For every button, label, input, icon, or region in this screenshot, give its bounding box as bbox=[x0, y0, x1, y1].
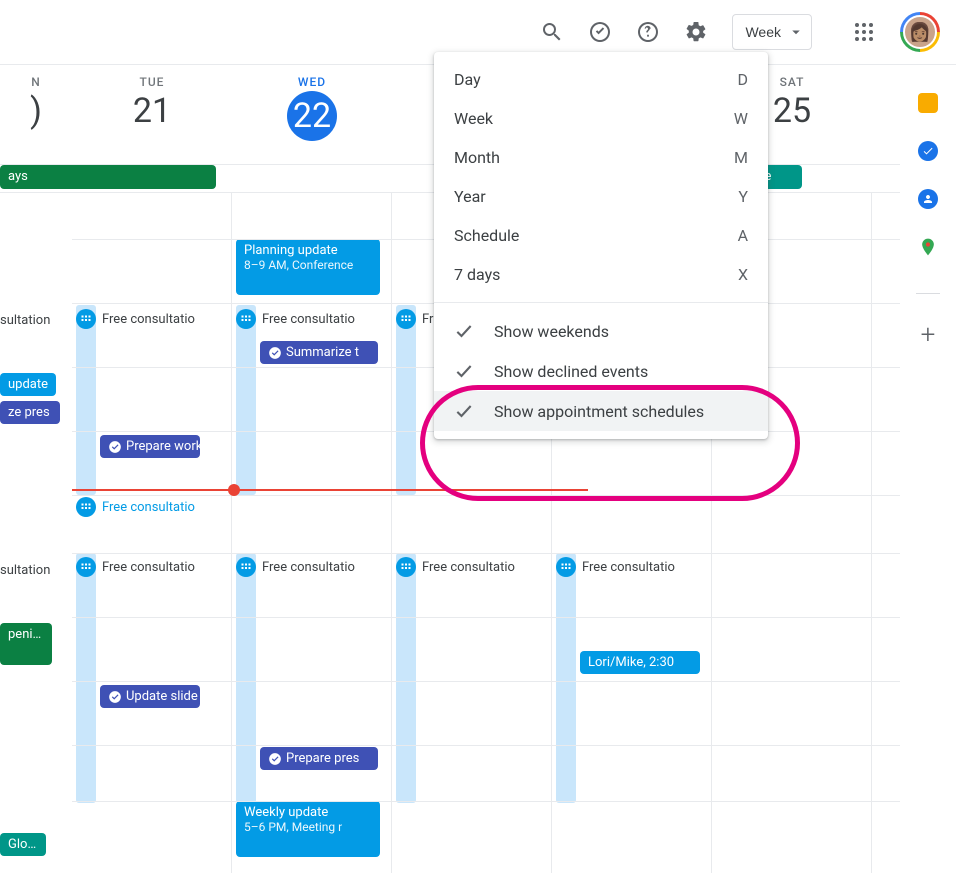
dropdown-item-year[interactable]: YearY bbox=[434, 177, 768, 216]
appointment-icon bbox=[396, 557, 416, 577]
view-select-button[interactable]: Week bbox=[732, 14, 812, 50]
mon-col: sultation update ze pres sultation penin… bbox=[0, 193, 72, 873]
current-time-indicator bbox=[72, 489, 588, 491]
event-chip[interactable]: Summarize t bbox=[260, 341, 378, 364]
account-avatar[interactable]: 👩🏽 bbox=[900, 12, 940, 52]
event-chip[interactable]: Prepare pres bbox=[260, 747, 378, 770]
view-dropdown: DayD WeekW MonthM YearY ScheduleA 7 days… bbox=[434, 52, 768, 439]
appointment-icon bbox=[76, 309, 96, 329]
check-icon bbox=[454, 401, 474, 421]
appointment-label[interactable]: Free consultatio bbox=[76, 557, 195, 577]
sidepanel-divider bbox=[916, 293, 940, 294]
dropdown-check-weekends[interactable]: Show weekends bbox=[434, 311, 768, 351]
day-number-today[interactable]: 22 bbox=[287, 91, 337, 141]
keep-icon[interactable] bbox=[918, 93, 938, 113]
appointment-block[interactable] bbox=[396, 305, 416, 495]
settings-icon[interactable] bbox=[676, 12, 716, 52]
tasks-icon[interactable] bbox=[918, 141, 938, 161]
dow-label: N bbox=[31, 75, 41, 89]
avatar-image: 👩🏽 bbox=[903, 15, 937, 49]
appointment-block[interactable] bbox=[396, 553, 416, 803]
appointment-icon bbox=[76, 497, 96, 517]
appointment-label[interactable]: Free consultatio bbox=[76, 497, 195, 517]
wed-col: Planning update 8–9 AM, Conference Free … bbox=[232, 193, 392, 873]
dow-label-today: WED bbox=[298, 75, 326, 89]
day-number[interactable]: 25 bbox=[773, 91, 811, 131]
appointment-block[interactable] bbox=[556, 553, 576, 803]
insights-icon[interactable] bbox=[580, 12, 620, 52]
dow-label: TUE bbox=[140, 75, 165, 89]
appointment-label[interactable]: Free consultatio bbox=[76, 309, 195, 329]
appointment-icon bbox=[76, 557, 96, 577]
day-number[interactable]: 21 bbox=[133, 91, 171, 131]
dropdown-item-7days[interactable]: 7 daysX bbox=[434, 255, 768, 294]
hour-line bbox=[72, 681, 900, 682]
appointment-label[interactable]: Free consultatio bbox=[236, 309, 355, 329]
event-chip[interactable]: update bbox=[0, 373, 56, 396]
appointment-block[interactable] bbox=[236, 553, 256, 803]
event-chip[interactable]: ze pres bbox=[0, 401, 60, 424]
dropdown-item-schedule[interactable]: ScheduleA bbox=[434, 216, 768, 255]
check-icon bbox=[454, 321, 474, 341]
dropdown-separator bbox=[434, 302, 768, 303]
event-chip[interactable]: Prepare work bbox=[100, 435, 200, 458]
dropdown-item-week[interactable]: WeekW bbox=[434, 99, 768, 138]
hour-line bbox=[72, 617, 900, 618]
appointment-block[interactable] bbox=[76, 553, 96, 803]
appointment-icon bbox=[396, 309, 416, 329]
hour-line bbox=[72, 801, 900, 802]
view-label: Week bbox=[745, 24, 781, 40]
tue-col: Free consultatio Prepare work Free consu… bbox=[72, 193, 232, 873]
search-icon[interactable] bbox=[532, 12, 572, 52]
maps-icon[interactable] bbox=[918, 237, 938, 257]
appointment-label[interactable]: Free consultatio bbox=[236, 557, 355, 577]
hour-line bbox=[72, 745, 900, 746]
add-addon-button[interactable]: + bbox=[921, 322, 936, 348]
dropdown-item-month[interactable]: MonthM bbox=[434, 138, 768, 177]
dow-label: SAT bbox=[780, 75, 805, 89]
appointment-label[interactable]: Fr bbox=[396, 309, 433, 329]
appointment-icon bbox=[556, 557, 576, 577]
apps-grid-icon[interactable] bbox=[844, 12, 884, 52]
appointment-label[interactable]: sultation bbox=[0, 563, 50, 578]
appointment-block[interactable] bbox=[236, 305, 256, 495]
side-panel: + bbox=[900, 64, 956, 868]
day-number: ) bbox=[30, 91, 42, 131]
contacts-icon[interactable] bbox=[918, 189, 938, 209]
allday-event[interactable]: ays bbox=[0, 165, 216, 189]
check-icon bbox=[454, 361, 474, 381]
caret-down-icon bbox=[787, 23, 805, 41]
appointment-label[interactable]: Free consultatio bbox=[396, 557, 515, 577]
help-icon[interactable] bbox=[628, 12, 668, 52]
appointment-label[interactable]: sultation bbox=[0, 313, 50, 328]
dropdown-check-appointment-schedules[interactable]: Show appointment schedules bbox=[434, 391, 768, 431]
appointment-icon bbox=[236, 557, 256, 577]
event-chip[interactable]: Gloria bbox=[0, 833, 46, 856]
dropdown-check-declined[interactable]: Show declined events bbox=[434, 351, 768, 391]
event-chip[interactable]: Weekly update 5–6 PM, Meeting r bbox=[236, 801, 380, 857]
appointment-block[interactable] bbox=[76, 305, 96, 495]
event-chip[interactable]: Update slide bbox=[100, 685, 200, 708]
dropdown-item-day[interactable]: DayD bbox=[434, 60, 768, 99]
event-chip[interactable]: Planning update 8–9 AM, Conference bbox=[236, 239, 380, 295]
event-chip[interactable]: Lori/Mike, 2:30 bbox=[580, 651, 700, 674]
appointment-icon bbox=[236, 309, 256, 329]
appointment-label[interactable]: Free consultatio bbox=[556, 557, 675, 577]
event-chip[interactable]: pening bbox=[0, 623, 52, 665]
hour-line bbox=[72, 495, 900, 496]
hour-line bbox=[72, 553, 900, 554]
